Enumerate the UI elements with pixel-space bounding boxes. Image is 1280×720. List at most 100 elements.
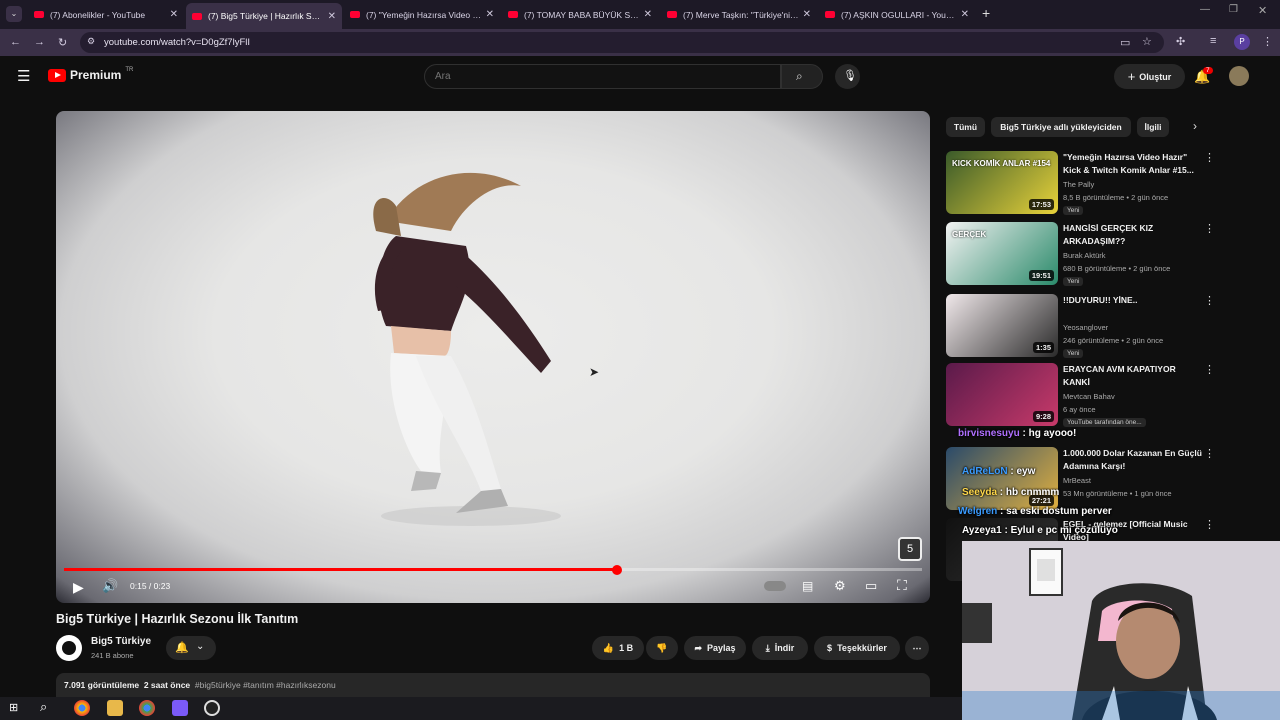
recommendation-thumbnail[interactable]: 9:28 [946,363,1058,426]
close-tab-icon[interactable]: ✕ [961,9,969,20]
subtitles-icon[interactable]: ▤ [802,579,813,593]
close-tab-icon[interactable]: ✕ [803,9,811,20]
obs-taskbar-icon[interactable] [204,700,220,716]
browser-tab[interactable]: (7) "Yemeğin Hazırsa Video Hazır" ✕ [344,4,500,25]
recommendation-badge: Yeni [1063,206,1084,215]
autoplay-toggle-icon[interactable] [764,581,786,591]
chat-message: Welgren : sa eski dostum perver [958,506,1112,517]
browser-tab[interactable]: (7) Abonelikler - YouTube ✕ [28,4,184,25]
minimize-window-icon[interactable]: — [1200,4,1210,15]
chat-username: Seeyda [962,487,998,498]
recommendation-thumbnail[interactable]: 1:35 [946,294,1058,357]
maximize-window-icon[interactable]: ❐ [1229,4,1238,15]
close-window-icon[interactable]: ✕ [1258,4,1267,17]
recommendation-item[interactable]: KICK KOMİK ANLAR #154 17:53 "Yemeğin Hazır… [946,151,1216,217]
browser-tab[interactable]: (7) Big5 Türkiye | Hazırlık Sezonu ✕ [186,3,342,29]
search-icon: ⌕ [796,69,803,83]
video-player[interactable]: 5 [56,111,930,603]
search-button[interactable]: ⌕ [781,64,823,89]
logo-region: TR [125,67,134,73]
youtube-logo[interactable]: Premium TR [48,67,134,82]
volume-icon[interactable]: 🔊 [102,578,118,594]
recommendation-channel[interactable]: MrBeast [1063,476,1091,485]
youtube-favicon-icon [192,12,202,20]
recommendation-title[interactable]: 1.000.000 Dolar Kazanan En Güçlü Adamına… [1063,447,1203,473]
search-input[interactable] [424,64,781,89]
new-tab-button[interactable]: + [982,5,990,21]
more-vertical-icon[interactable]: ⋮ [1204,151,1215,164]
chip-related[interactable]: İlgili [1137,117,1169,137]
tab-title: (7) AŞKIN OGULLARI - YouTube [841,9,957,20]
more-vertical-icon[interactable]: ⋮ [1204,447,1215,460]
hashtags[interactable]: #big5türkiye #tanıtım #hazırlıksezonu [195,680,336,690]
chrome-menu-icon[interactable]: ⋮ [1262,35,1273,48]
account-avatar[interactable] [1229,66,1249,86]
file-explorer-icon[interactable] [107,700,123,716]
thanks-button[interactable]: $ Teşekkürler [814,636,900,660]
tab-search-icon[interactable]: ⌄ [6,6,22,22]
play-icon[interactable]: ▶ [73,579,84,596]
chrome-taskbar-icon[interactable] [74,700,90,716]
close-tab-icon[interactable]: ✕ [328,11,336,22]
subscription-bell-button[interactable]: 🔔 ⌄ [166,636,216,660]
cast-icon[interactable]: ▭ [1120,36,1130,49]
recommendation-thumbnail[interactable]: GERÇEK 19:51 [946,222,1058,285]
recommendation-channel[interactable]: Mevtcan Bahav [1063,392,1115,401]
bookmark-star-icon[interactable]: ☆ [1142,35,1152,48]
site-info-icon[interactable]: ⚙ [87,36,95,47]
reload-icon[interactable]: ↻ [58,36,67,49]
back-icon[interactable]: ← [10,36,21,48]
hamburger-icon[interactable]: ☰ [17,67,30,85]
channel-name[interactable]: Big5 Türkiye [91,636,151,647]
close-tab-icon[interactable]: ✕ [486,9,494,20]
chip-from-uploader[interactable]: Big5 Türkiye adlı yükleyiciden [991,117,1131,137]
reading-list-icon[interactable]: ≡ [1210,35,1216,47]
theater-mode-icon[interactable]: ▭ [865,578,877,594]
browser-tab[interactable]: (7) Merve Taşkın: "Türkiye'nin B ✕ [661,4,817,25]
streamer-webcam [962,541,1280,720]
more-vertical-icon[interactable]: ⋮ [1204,518,1215,531]
recommendation-item[interactable]: 27:21 1.000.000 Dolar Kazanan En Güçlü Ad… [946,447,1216,513]
recommendation-channel[interactable]: Burak Aktürk [1063,251,1106,260]
download-button[interactable]: ⤓ İndir [752,636,808,660]
gear-icon[interactable]: ⚙ [834,578,846,594]
more-vertical-icon[interactable]: ⋮ [1204,222,1215,235]
recommendation-title[interactable]: HANGİSİ GERÇEK KIZ ARKADAŞIM?? [1063,222,1203,248]
recommendation-item[interactable]: GERÇEK 19:51 HANGİSİ GERÇEK KIZ ARKADAŞIM?… [946,222,1216,288]
active-app-taskbar-icon[interactable] [172,700,188,716]
recommendation-channel[interactable]: The Pally [1063,180,1094,189]
chevron-right-icon[interactable]: › [1193,119,1197,133]
dislike-button[interactable]: 👎 [646,636,678,660]
more-actions-button[interactable]: ⋯ [905,636,929,660]
recommendation-channel[interactable]: Yeosanglover [1063,323,1108,332]
fullscreen-icon[interactable]: ⛶ [897,577,907,594]
close-tab-icon[interactable]: ✕ [170,9,178,20]
like-button[interactable]: 👍 1 B [592,636,644,660]
windows-start-icon[interactable]: ⊞ [9,701,18,714]
recommendation-meta: 53 Mn görüntüleme • 1 gün önce [1063,489,1172,498]
recommendation-thumbnail[interactable]: KICK KOMİK ANLAR #154 17:53 [946,151,1058,214]
browser-tab[interactable]: (7) TOMAY BABA BÜYÜK SIRRI ✕ [502,4,658,25]
voice-search-button[interactable]: 🎙 [835,64,860,89]
chat-message: birvisnesuyu : hg ayooo! [958,428,1076,439]
recommendation-item[interactable]: 9:28 ERAYCAN AVM KAPATIYOR KANKİ Mevtcan B… [946,363,1216,429]
chip-all[interactable]: Tümü [946,117,985,137]
more-vertical-icon[interactable]: ⋮ [1204,294,1215,307]
profile-avatar[interactable]: P [1234,34,1250,50]
recommendation-title[interactable]: "Yemeğin Hazırsa Video Hazır" Kick & Twi… [1063,151,1203,177]
share-button[interactable]: ➦ Paylaş [684,636,746,660]
extensions-icon[interactable]: ✣ [1176,35,1185,48]
search-icon[interactable]: ⌕ [40,699,47,715]
chrome-profile-taskbar-icon[interactable] [139,700,155,716]
more-vertical-icon[interactable]: ⋮ [1204,363,1215,376]
create-button[interactable]: + Oluştur [1114,64,1185,89]
channel-avatar[interactable] [56,635,82,661]
close-tab-icon[interactable]: ✕ [644,9,652,20]
chat-text: sa eski dostum perver [1006,506,1112,517]
recommendation-item[interactable]: 1:35 !!DUYURU!! YİNE.. Yeosanglover 246 gör… [946,294,1216,360]
browser-tab[interactable]: (7) AŞKIN OGULLARI - YouTube ✕ [819,4,975,25]
recommendation-thumbnail[interactable]: 27:21 [946,447,1058,510]
recommendation-title[interactable]: !!DUYURU!! YİNE.. [1063,294,1203,307]
recommendation-title[interactable]: ERAYCAN AVM KAPATIYOR KANKİ [1063,363,1203,389]
forward-icon[interactable]: → [34,36,45,48]
